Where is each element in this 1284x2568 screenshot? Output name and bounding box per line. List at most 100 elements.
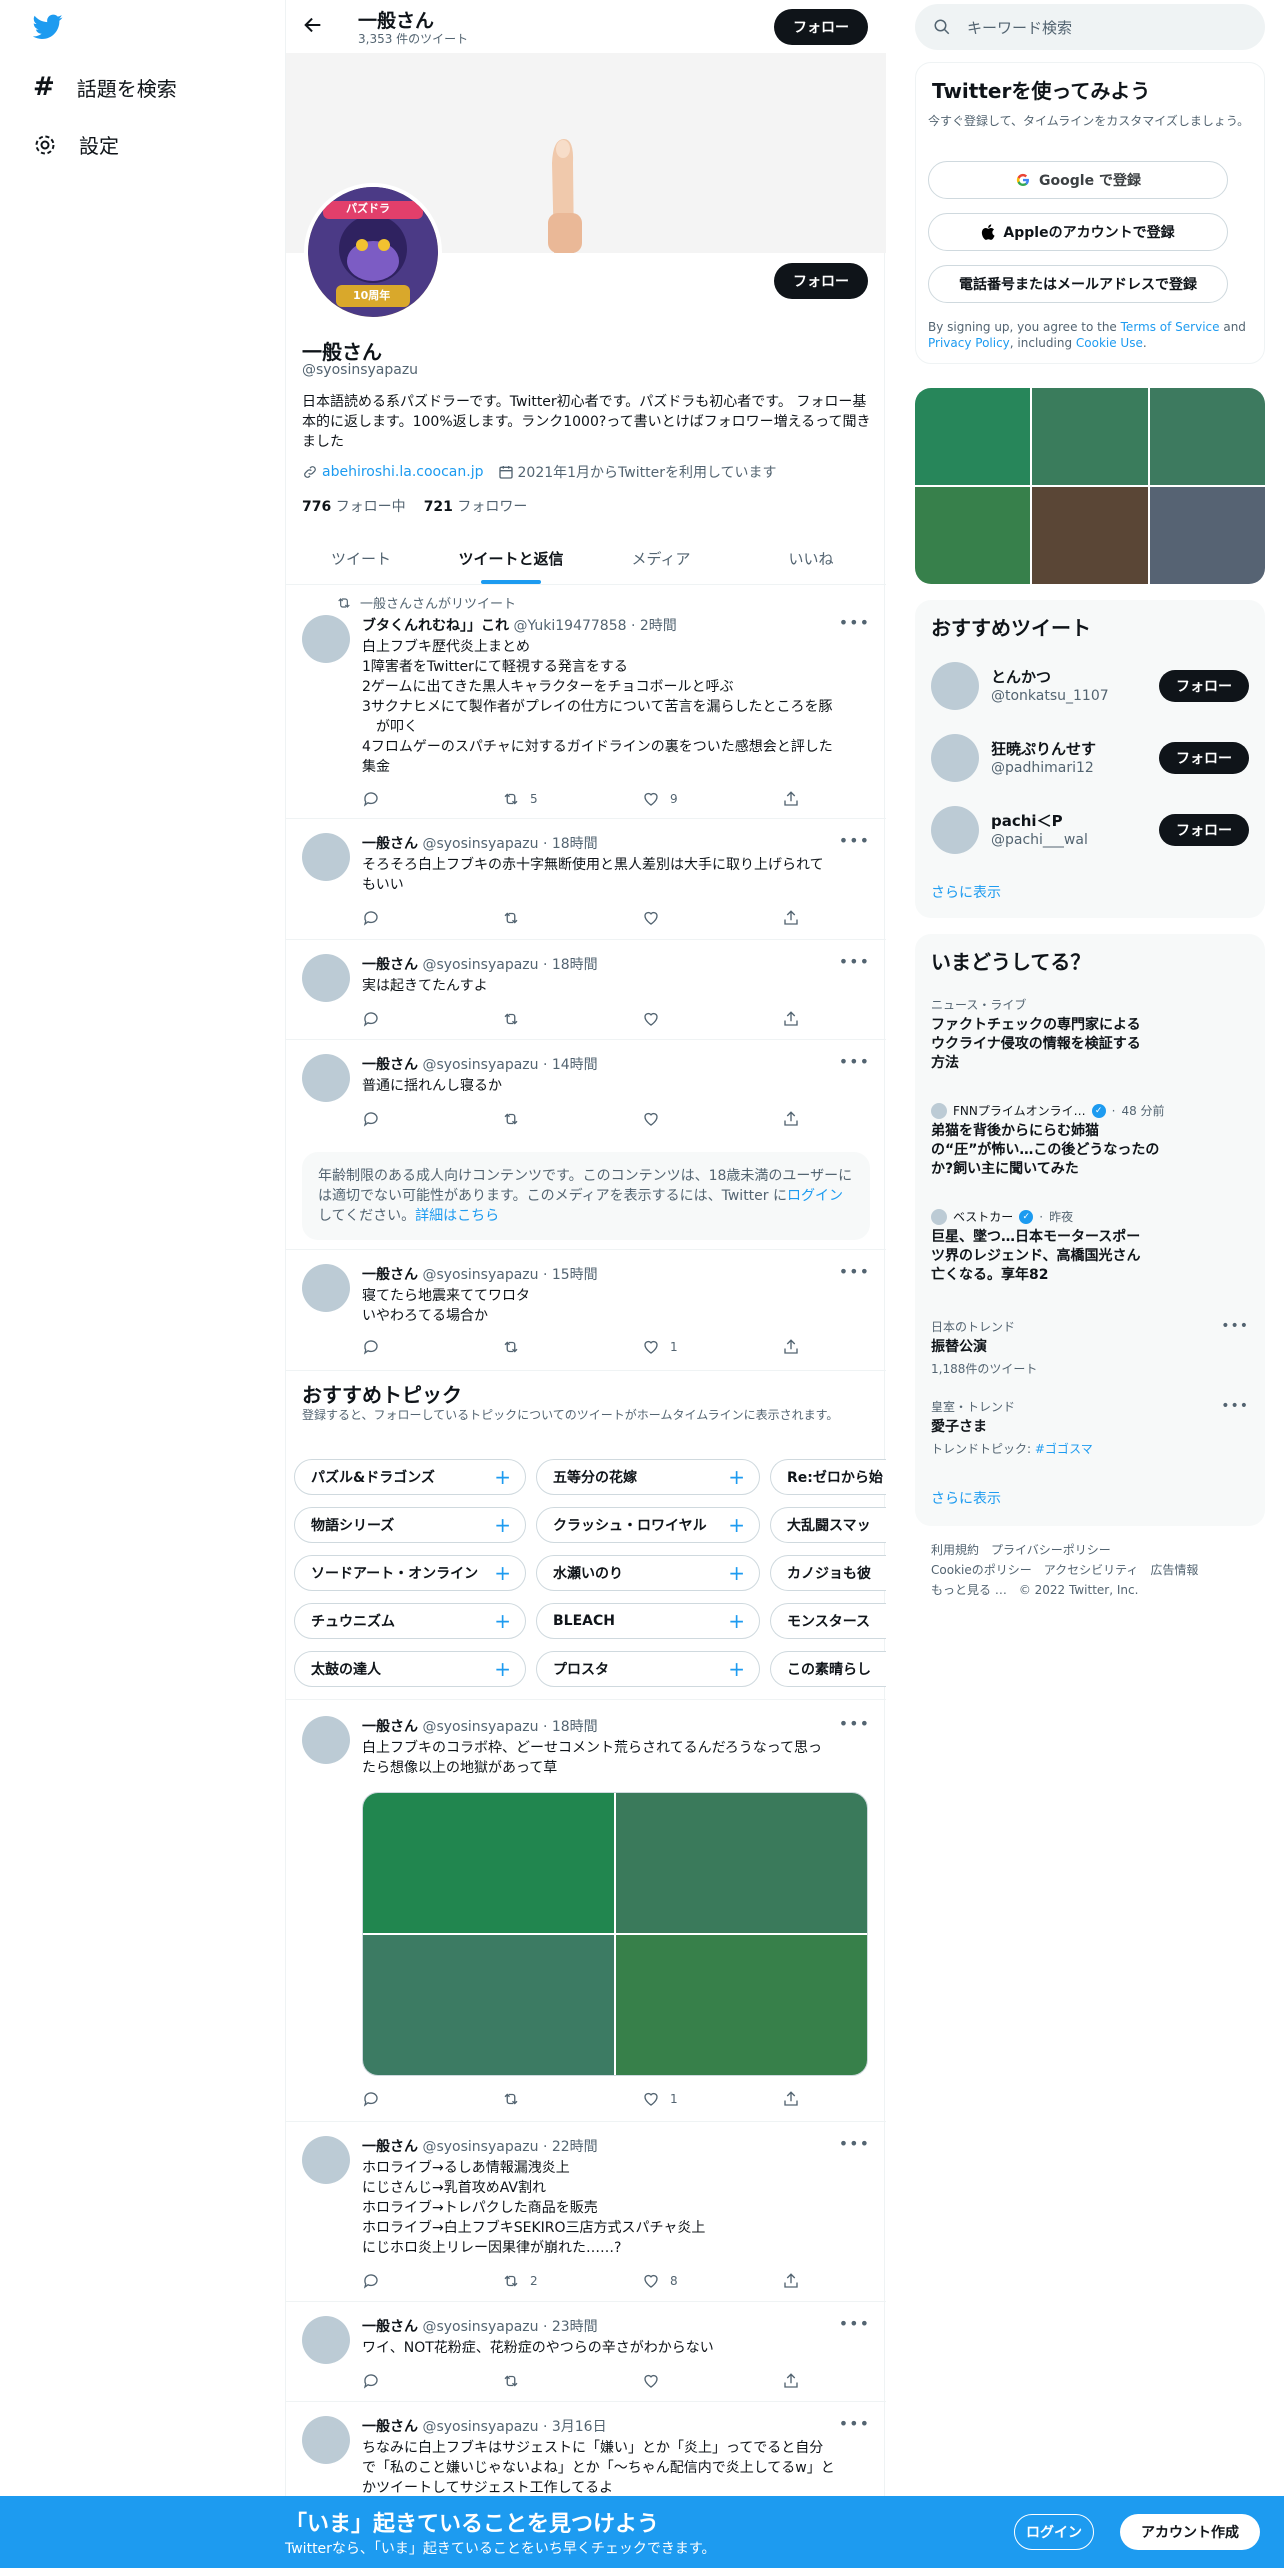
media-thumb[interactable]: [1032, 388, 1148, 485]
trend-item[interactable]: 日本のトレンド 振替公演 1,188件のツイート •••: [931, 1318, 1249, 1377]
more-options-icon[interactable]: •••: [839, 1714, 870, 1733]
followers-link[interactable]: 721 フォロワー: [424, 496, 528, 516]
tweet-time[interactable]: 3月16日: [552, 2419, 607, 2435]
terms-link[interactable]: Terms of Service: [1121, 320, 1220, 334]
tab-media[interactable]: メディア: [586, 532, 736, 584]
retweet-button[interactable]: 2: [502, 2272, 602, 2290]
tweet-photo[interactable]: [363, 1793, 614, 1933]
retweet-button[interactable]: [502, 2090, 602, 2108]
more-options-icon[interactable]: •••: [839, 613, 870, 632]
trends-show-more-link[interactable]: さらに表示: [931, 1488, 1001, 1508]
retweet-button[interactable]: [502, 2372, 602, 2390]
topic-chip[interactable]: プロスタ +: [536, 1651, 760, 1687]
footer-more-link[interactable]: もっと見る …: [931, 1583, 1007, 1597]
more-options-icon[interactable]: •••: [839, 952, 870, 971]
topic-chip[interactable]: カノジョも彼: [770, 1555, 886, 1591]
reply-button[interactable]: [362, 790, 462, 808]
more-options-icon[interactable]: •••: [839, 1052, 870, 1071]
topic-chip[interactable]: 水瀬いのり +: [536, 1555, 760, 1591]
like-button[interactable]: 8: [642, 2272, 742, 2290]
topic-chip[interactable]: この素晴らし: [770, 1651, 886, 1687]
tweet-author-handle[interactable]: @syosinsyapazu: [422, 1057, 538, 1073]
retweet-button[interactable]: [502, 1338, 602, 1356]
reply-button[interactable]: [362, 2090, 462, 2108]
avatar[interactable]: [302, 1264, 350, 1312]
tweet-author-name[interactable]: 一般さん: [362, 1057, 418, 1073]
like-button[interactable]: 9: [642, 790, 742, 808]
signup-button[interactable]: アカウント作成: [1120, 2514, 1260, 2550]
share-button[interactable]: [782, 1010, 802, 1028]
share-button[interactable]: [782, 909, 802, 927]
show-more-link[interactable]: さらに表示: [931, 882, 1001, 902]
avatar[interactable]: [931, 734, 979, 782]
back-arrow-icon[interactable]: [302, 14, 324, 36]
more-options-icon[interactable]: •••: [839, 2414, 870, 2433]
tweet-item[interactable]: 一般さんさんがリツイート ブタくんれむね」」これ @Yuki19477858 ·…: [286, 585, 886, 819]
tweet-photo[interactable]: [616, 1793, 867, 1933]
footer-terms-link[interactable]: 利用規約: [931, 1543, 979, 1557]
avatar[interactable]: [302, 833, 350, 881]
trend-item[interactable]: ベストカー ✓ · 昨夜 巨星、墜つ…日本モータースポー ツ界のレジェンド、高橋国光さ…: [931, 1208, 1249, 1285]
more-options-icon[interactable]: •••: [1221, 1318, 1249, 1334]
tweet-item[interactable]: 一般さん @syosinsyapazu · 23時間 ••• ワイ、NOT花粉症…: [286, 2302, 886, 2402]
reply-button[interactable]: [362, 1338, 462, 1356]
follow-button[interactable]: フォロー: [1159, 742, 1249, 774]
retweet-button[interactable]: [502, 909, 602, 927]
phone-signup-button[interactable]: 電話番号またはメールアドレスで登録: [928, 265, 1228, 303]
follow-button[interactable]: フォロー: [1159, 814, 1249, 846]
recommended-user[interactable]: 狂暁ぷりんせす @padhimari12 フォロー: [931, 730, 1249, 786]
avatar[interactable]: [302, 1054, 350, 1102]
like-button[interactable]: 1: [642, 2090, 742, 2108]
tweet-author-handle[interactable]: @syosinsyapazu: [422, 2139, 538, 2155]
tweet-author-name[interactable]: 一般さん: [362, 1267, 418, 1283]
tweet-author-name[interactable]: 一般さん: [362, 836, 418, 852]
tweet-author-handle[interactable]: @syosinsyapazu: [422, 2319, 538, 2335]
cookie-link[interactable]: Cookie Use: [1076, 336, 1143, 350]
profile-follow-button[interactable]: フォロー: [774, 263, 868, 299]
avatar[interactable]: [302, 2316, 350, 2364]
media-thumb[interactable]: [1032, 487, 1148, 584]
tweet-author-handle[interactable]: @syosinsyapazu: [422, 957, 538, 973]
topic-chip[interactable]: ソードアート・オンライン +: [294, 1555, 526, 1591]
share-button[interactable]: [782, 2372, 802, 2390]
media-thumb[interactable]: [915, 388, 1031, 485]
footer-privacy-link[interactable]: プライバシーポリシー: [991, 1543, 1111, 1557]
media-thumb[interactable]: [915, 487, 1031, 584]
tweet-author-handle[interactable]: @syosinsyapazu: [422, 836, 538, 852]
avatar[interactable]: [302, 1716, 350, 1764]
search-box[interactable]: キーワード検索: [915, 4, 1265, 50]
google-signup-button[interactable]: Google で登録: [928, 161, 1228, 199]
media-thumb[interactable]: [1149, 388, 1265, 485]
tweet-author-name[interactable]: 一般さん: [362, 2419, 418, 2435]
tweet-time[interactable]: 15時間: [552, 1267, 598, 1283]
tweet-author-name[interactable]: 一般さん: [362, 2139, 418, 2155]
reply-button[interactable]: [362, 909, 462, 927]
reply-button[interactable]: [362, 2272, 462, 2290]
tweet-author-handle[interactable]: @syosinsyapazu: [422, 1719, 538, 1735]
topic-chip[interactable]: 物語シリーズ +: [294, 1507, 526, 1543]
topic-chip[interactable]: BLEACH +: [536, 1603, 760, 1639]
tweet-item[interactable]: 一般さん @syosinsyapazu · 18時間 ••• 実は起きてたんすよ: [286, 940, 886, 1040]
avatar[interactable]: [931, 806, 979, 854]
tweet-item[interactable]: 一般さん @syosinsyapazu · 14時間 ••• 普通に揺れんし寝る…: [286, 1040, 886, 1140]
trend-item[interactable]: ニュース・ライブ ファクトチェックの専門家による ウクライナ侵攻の情報を検証する…: [931, 996, 1249, 1073]
twitter-logo-icon[interactable]: [33, 14, 63, 40]
more-options-icon[interactable]: •••: [839, 2134, 870, 2153]
tweet-item[interactable]: 一般さん @syosinsyapazu · 18時間 ••• そろそろ白上フブキ…: [286, 819, 886, 940]
share-button[interactable]: [782, 2090, 802, 2108]
notice-login-link[interactable]: ログイン: [787, 1188, 843, 1204]
trend-item[interactable]: FNNプライムオンライ… ✓ · 48 分前 弟猫を背後からにらむ姉猫 の“圧”が怖い…: [931, 1102, 1249, 1179]
recommended-user[interactable]: とんかつ @tonkatsu_1107 フォロー: [931, 658, 1249, 714]
share-button[interactable]: [782, 2272, 802, 2290]
recommended-user[interactable]: pachi＜P @pachi___wal フォロー: [931, 802, 1249, 858]
like-button[interactable]: [642, 2372, 742, 2390]
tweet-time[interactable]: 18時間: [552, 836, 598, 852]
tab-tweets[interactable]: ツイート: [286, 532, 436, 584]
tweet-time[interactable]: 2時間: [640, 618, 677, 634]
topic-chip[interactable]: パズル&ドラゴンズ +: [294, 1459, 526, 1495]
nav-settings[interactable]: 設定: [33, 130, 119, 159]
tweet-time[interactable]: 23時間: [552, 2319, 598, 2335]
tweet-author-name[interactable]: 一般さん: [362, 2319, 418, 2335]
profile-avatar[interactable]: パズドラ 10周年: [304, 183, 442, 321]
topic-chip[interactable]: 大乱闘スマッ: [770, 1507, 886, 1543]
